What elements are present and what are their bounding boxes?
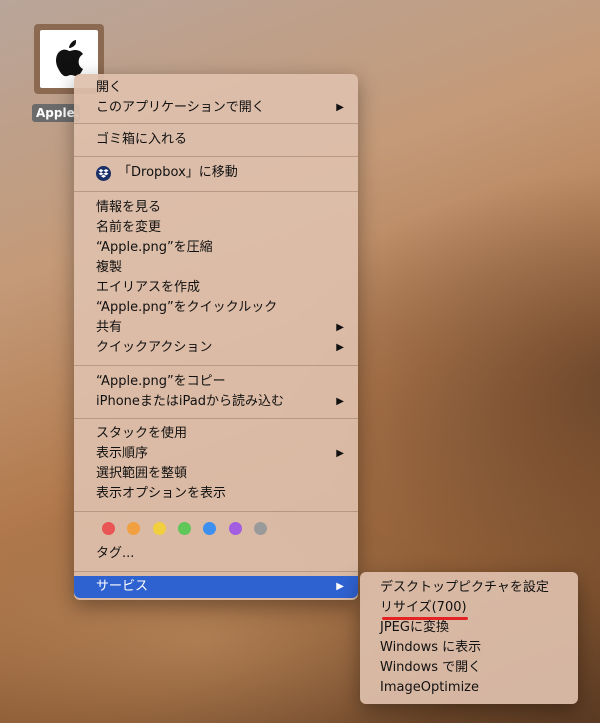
service-show-in-windows[interactable]: Windows に表示: [360, 638, 578, 658]
menu-item-share[interactable]: 共有 ▶: [74, 318, 358, 338]
tag-gray[interactable]: [254, 522, 267, 535]
tag-yellow[interactable]: [153, 522, 166, 535]
menu-item-label: エイリアスを作成: [96, 280, 201, 295]
apple-logo-icon: [56, 40, 83, 77]
menu-item-open[interactable]: 開く: [74, 78, 358, 98]
submenu-arrow-icon: ▶: [336, 102, 344, 113]
menu-item-show-view-options[interactable]: 表示オプションを表示: [74, 484, 358, 504]
menu-item-label: リサイズ(700): [380, 600, 467, 615]
menu-item-label: “Apple.png”を圧縮: [96, 240, 213, 255]
menu-item-quick-look[interactable]: “Apple.png”をクイックルック: [74, 298, 358, 318]
menu-item-services[interactable]: サービス ▶: [74, 576, 358, 598]
menu-item-label: 選択範囲を整頓: [96, 466, 188, 481]
menu-item-label: ImageOptimize: [380, 680, 480, 695]
menu-item-label: Windows に表示: [380, 640, 482, 655]
menu-item-label: 表示オプションを表示: [96, 486, 227, 501]
menu-separator: [74, 511, 358, 512]
tag-green[interactable]: [178, 522, 191, 535]
tag-red[interactable]: [102, 522, 115, 535]
menu-item-label: タグ...: [96, 546, 135, 561]
menu-separator: [74, 156, 358, 157]
context-menu: 開く このアプリケーションで開く ▶ ゴミ箱に入れる 「Dropbox」に移動 …: [74, 74, 358, 600]
menu-item-label: “Apple.png”をクイックルック: [96, 300, 278, 315]
menu-item-label: Windows で開く: [380, 660, 482, 675]
service-set-desktop-picture[interactable]: デスクトップピクチャを設定: [360, 578, 578, 598]
menu-item-get-info[interactable]: 情報を見る: [74, 198, 358, 218]
menu-item-move-to-dropbox[interactable]: 「Dropbox」に移動: [74, 163, 358, 183]
menu-item-label: 名前を変更: [96, 220, 162, 235]
menu-item-clean-up-selection[interactable]: 選択範囲を整頓: [74, 464, 358, 484]
service-convert-to-jpeg[interactable]: JPEGに変換: [360, 618, 578, 638]
menu-item-move-to-trash[interactable]: ゴミ箱に入れる: [74, 130, 358, 150]
menu-item-label: ゴミ箱に入れる: [96, 132, 188, 147]
menu-item-label: 表示順序: [96, 446, 149, 461]
menu-separator: [74, 191, 358, 192]
annotation-underline: [382, 617, 468, 620]
submenu-arrow-icon: ▶: [336, 322, 344, 333]
file-name-label[interactable]: Apple.: [32, 104, 80, 122]
menu-separator: [74, 123, 358, 124]
menu-item-label: 情報を見る: [96, 200, 162, 215]
submenu-arrow-icon: ▶: [336, 396, 344, 407]
menu-item-label: デスクトップピクチャを設定: [380, 580, 549, 595]
menu-separator: [74, 571, 358, 572]
service-open-in-windows[interactable]: Windows で開く: [360, 658, 578, 678]
menu-item-sort-by[interactable]: 表示順序 ▶: [74, 444, 358, 464]
menu-item-label: iPhoneまたはiPadから読み込む: [96, 394, 284, 409]
menu-item-label: スタックを使用: [96, 426, 188, 441]
tag-blue[interactable]: [203, 522, 216, 535]
services-submenu: デスクトップピクチャを設定 リサイズ(700) JPEGに変換 Windows …: [360, 572, 578, 704]
tag-orange[interactable]: [127, 522, 140, 535]
menu-item-label: このアプリケーションで開く: [96, 100, 265, 115]
submenu-arrow-icon: ▶: [336, 342, 344, 353]
submenu-arrow-icon: ▶: [336, 581, 344, 592]
menu-item-label: サービス: [96, 579, 149, 594]
menu-item-label: クイックアクション: [96, 340, 213, 355]
service-resize[interactable]: リサイズ(700): [360, 598, 578, 618]
menu-item-tags[interactable]: タグ...: [74, 544, 358, 564]
menu-item-label: JPEGに変換: [380, 620, 449, 635]
menu-item-make-alias[interactable]: エイリアスを作成: [74, 278, 358, 298]
submenu-arrow-icon: ▶: [336, 448, 344, 459]
menu-item-label: 開く: [96, 80, 123, 95]
service-image-optimize[interactable]: ImageOptimize: [360, 678, 578, 698]
menu-item-label: 「Dropbox」に移動: [118, 165, 238, 180]
menu-item-import-from-iphone[interactable]: iPhoneまたはiPadから読み込む ▶: [74, 392, 358, 412]
menu-separator: [74, 365, 358, 366]
tag-purple[interactable]: [229, 522, 242, 535]
menu-item-duplicate[interactable]: 複製: [74, 258, 358, 278]
menu-separator: [74, 418, 358, 419]
menu-item-label: 共有: [96, 320, 123, 335]
menu-item-use-stacks[interactable]: スタックを使用: [74, 424, 358, 444]
menu-item-label: “Apple.png”をコピー: [96, 374, 226, 389]
dropbox-icon: [96, 166, 111, 181]
menu-item-label: 複製: [96, 260, 123, 275]
menu-item-quick-actions[interactable]: クイックアクション ▶: [74, 338, 358, 358]
menu-item-compress[interactable]: “Apple.png”を圧縮: [74, 238, 358, 258]
menu-item-open-with[interactable]: このアプリケーションで開く ▶: [74, 98, 358, 118]
menu-item-copy[interactable]: “Apple.png”をコピー: [74, 372, 358, 392]
menu-item-rename[interactable]: 名前を変更: [74, 218, 358, 238]
